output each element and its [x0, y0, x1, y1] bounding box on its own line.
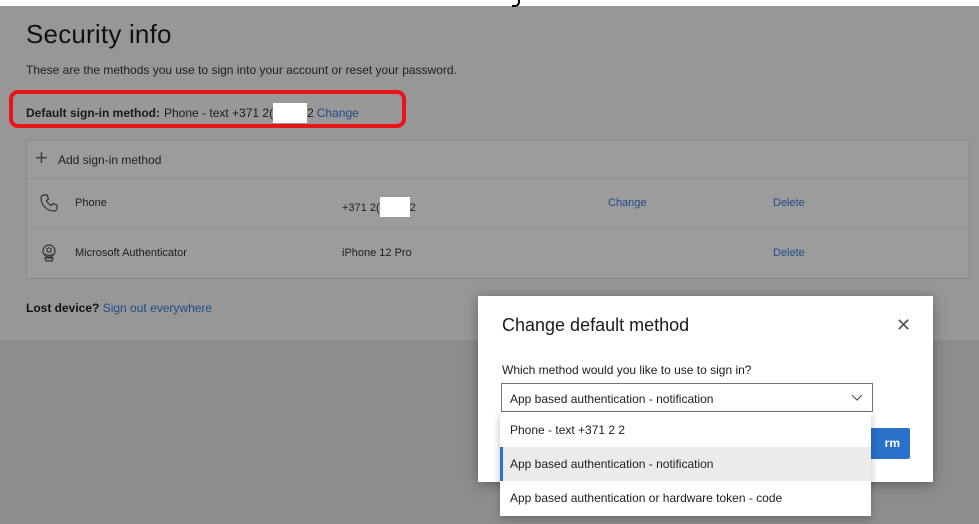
redaction-box [379, 197, 410, 217]
page-subtitle: These are the methods you use to sign in… [26, 63, 457, 77]
top-strip [0, 0, 979, 6]
option-app-code[interactable]: App based authentication or hardware tok… [500, 481, 871, 515]
dialog-question: Which method would you like to use to si… [502, 363, 752, 377]
lost-device-line: Lost device? Sign out everywhere [26, 301, 212, 315]
delete-authenticator-link[interactable]: Delete [773, 247, 805, 259]
close-icon[interactable]: ✕ [896, 316, 911, 334]
plus-icon: + [35, 145, 48, 170]
authenticator-icon [42, 244, 56, 262]
redaction-box [273, 103, 308, 123]
add-sign-in-method-label: Add sign-in method [58, 153, 162, 167]
default-method-value-suffix: 2 [307, 106, 314, 120]
option-app-notification[interactable]: App based authentication - notification [500, 447, 871, 481]
phone-icon [40, 194, 58, 212]
delete-phone-link[interactable]: Delete [773, 197, 805, 209]
lost-device-label: Lost device? [26, 301, 100, 315]
method-row-phone: Phone +371 2( 2 Change Delete [27, 179, 969, 229]
method-detail-suffix: 2 [409, 202, 416, 214]
default-method-line: Default sign-in method: Phone - text +37… [26, 103, 359, 123]
method-detail: iPhone 12 Pro [342, 247, 412, 259]
method-select[interactable]: App based authentication - notification [501, 383, 873, 412]
default-method-change-link[interactable]: Change [317, 106, 359, 120]
methods-list: + Add sign-in method Phone +371 2( 2 Chan… [26, 140, 970, 279]
chevron-down-icon [851, 394, 863, 401]
method-name: Phone [75, 197, 107, 209]
default-method-value: Phone - text +371 2( [164, 106, 274, 120]
method-detail-prefix: +371 2( [342, 202, 380, 214]
method-options-dropdown: Phone - text +371 2 2 App based authenti… [500, 412, 871, 516]
option-phone-text[interactable]: Phone - text +371 2 2 [500, 413, 871, 447]
default-method-label: Default sign-in method: [26, 106, 160, 120]
change-phone-link[interactable]: Change [608, 197, 647, 209]
dialog-title: Change default method [502, 315, 690, 335]
method-detail: +371 2( 2 [342, 197, 416, 217]
sign-out-everywhere-link[interactable]: Sign out everywhere [103, 301, 212, 315]
method-select-value: App based authentication - notification [510, 392, 714, 406]
method-row-authenticator: Microsoft Authenticator iPhone 12 Pro De… [27, 229, 969, 278]
method-name: Microsoft Authenticator [75, 247, 187, 259]
page-title: Security info [26, 19, 172, 49]
add-sign-in-method-row[interactable]: + Add sign-in method [27, 141, 969, 179]
